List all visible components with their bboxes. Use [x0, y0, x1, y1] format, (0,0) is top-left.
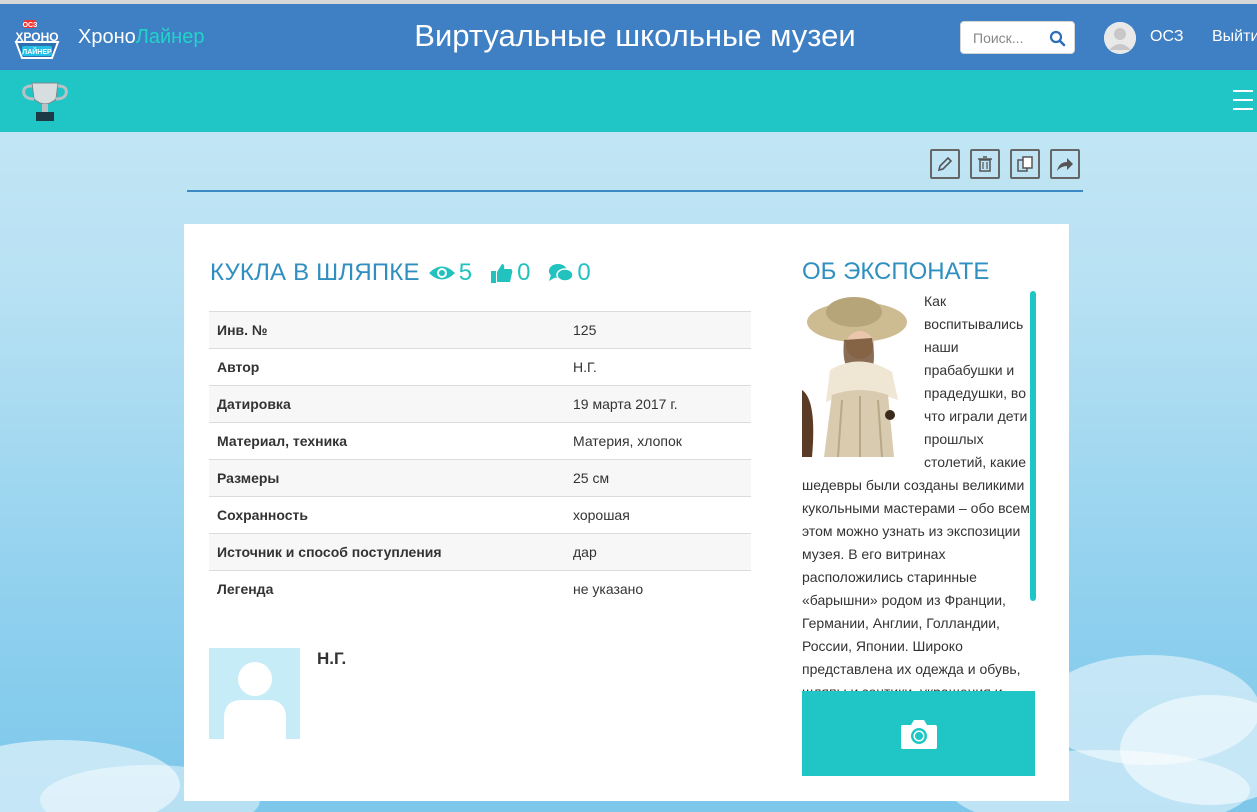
thumbs-up-icon	[491, 264, 513, 283]
attribute-label: Датировка	[209, 385, 565, 423]
attribute-value: хорошая	[565, 496, 751, 534]
attribute-label: Инв. №	[209, 311, 565, 349]
svg-text:ЛАЙНЕР: ЛАЙНЕР	[22, 47, 52, 56]
comments-count: 0	[577, 259, 591, 286]
attribute-value: дар	[565, 533, 751, 571]
about-scrollbar[interactable]	[1030, 291, 1036, 691]
user-placeholder-icon	[224, 662, 286, 739]
likes-count: 0	[517, 259, 531, 286]
table-row: Автор Н.Г.	[209, 348, 751, 386]
attribute-value: 25 см	[565, 459, 751, 497]
site-title: Виртуальные школьные музеи	[414, 18, 856, 53]
attribute-label: Автор	[209, 348, 565, 386]
menu-icon[interactable]	[1233, 90, 1253, 112]
about-title: ОБ ЭКСПОНАТЕ	[802, 258, 990, 285]
brand-part-1: Хроно	[78, 26, 136, 48]
exhibit-title: КУКЛА В ШЛЯПКЕ	[210, 259, 420, 286]
logo-icon[interactable]: ОСЗ ХРОНО ЛАЙНЕР	[8, 12, 66, 64]
edit-button[interactable]	[930, 149, 960, 179]
comments-icon	[549, 264, 575, 282]
pencil-icon	[937, 156, 953, 172]
attributes-table: Инв. № 125 Автор Н.Г. Датировка 19 марта 2017…	[209, 311, 751, 608]
attribute-label: Легенда	[209, 570, 565, 608]
search-box	[960, 21, 1075, 54]
likes-counter[interactable]: 0	[490, 259, 530, 287]
attribute-value: 19 марта 2017 г.	[565, 385, 751, 423]
user-icon	[1104, 22, 1136, 54]
attribute-value: Н.Г.	[565, 348, 751, 386]
author-name[interactable]: Н.Г.	[317, 649, 346, 669]
attribute-label: Размеры	[209, 459, 565, 497]
attribute-label: Материал, техника	[209, 422, 565, 460]
share-icon	[1057, 158, 1073, 171]
brand-part-2: Лайнер	[135, 26, 205, 48]
table-row: Источник и способ поступления дар	[209, 533, 751, 571]
attribute-value: Материя, хлопок	[565, 422, 751, 460]
site-header: ОСЗ ХРОНО ЛАЙНЕР ХроноЛайнер Виртуальные…	[0, 4, 1257, 70]
about-panel: Как воспитывались наши прабабушки и прад…	[802, 290, 1035, 692]
copy-icon	[1017, 156, 1033, 172]
attribute-value: не указано	[565, 570, 751, 608]
comments-counter[interactable]: 0	[548, 259, 591, 287]
attribute-label: Источник и способ поступления	[209, 533, 565, 571]
exhibit-card: КУКЛА В ШЛЯПКЕ 5 0 0 Инв. № 125 Автор Н.…	[184, 224, 1069, 801]
scrollbar-thumb[interactable]	[1030, 291, 1036, 601]
exhibit-header: КУКЛА В ШЛЯПКЕ 5 0 0	[210, 258, 591, 288]
camera-icon	[900, 719, 937, 749]
svg-text:ОСЗ: ОСЗ	[23, 22, 38, 29]
table-row: Материал, техника Материя, хлопок	[209, 422, 751, 460]
attribute-value: 125	[565, 311, 751, 349]
table-row: Инв. № 125	[209, 311, 751, 349]
logout-link[interactable]: Выйти	[1212, 28, 1257, 46]
table-row: Легенда не указано	[209, 570, 751, 608]
username[interactable]: ОСЗ	[1150, 28, 1183, 46]
share-button[interactable]	[1050, 149, 1080, 179]
table-row: Сохранность хорошая	[209, 496, 751, 534]
brand-name[interactable]: ХроноЛайнер	[78, 26, 204, 49]
search-input[interactable]	[961, 22, 1045, 53]
views-counter: 5	[428, 259, 472, 287]
photo-button[interactable]	[802, 691, 1035, 776]
table-row: Датировка 19 марта 2017 г.	[209, 385, 751, 423]
table-row: Размеры 25 см	[209, 459, 751, 497]
secondary-bar	[0, 70, 1257, 132]
toolbar-divider	[187, 190, 1083, 192]
svg-text:ХРОНО: ХРОНО	[15, 30, 58, 44]
trophy-icon[interactable]	[18, 79, 72, 125]
search-icon[interactable]	[1047, 28, 1069, 48]
user-avatar[interactable]	[1104, 22, 1136, 54]
delete-button[interactable]	[970, 149, 1000, 179]
eye-icon	[428, 266, 455, 280]
attribute-label: Сохранность	[209, 496, 565, 534]
author-avatar[interactable]	[209, 648, 300, 739]
copy-button[interactable]	[1010, 149, 1040, 179]
views-count: 5	[458, 259, 473, 286]
doll-photo[interactable]	[802, 290, 913, 457]
trash-icon	[978, 156, 992, 172]
